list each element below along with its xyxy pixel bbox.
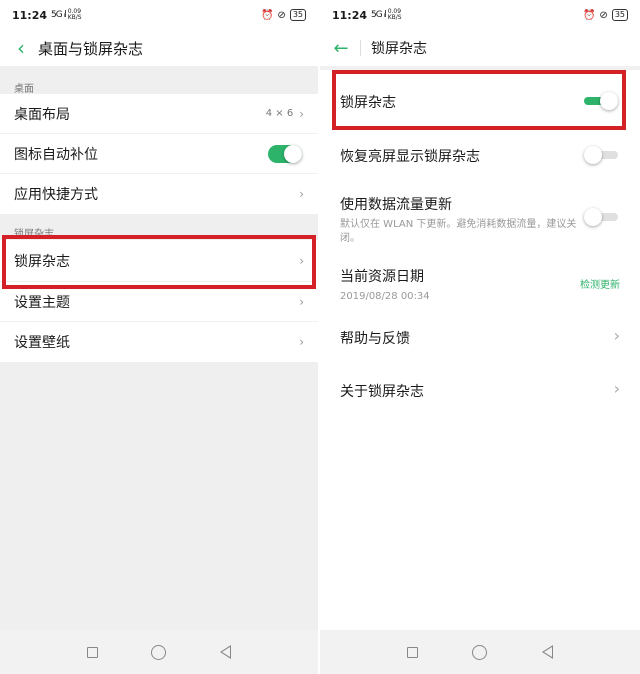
alarm-icon: ⏰	[582, 9, 596, 21]
toggle-knob	[584, 146, 602, 164]
nav-circle-icon[interactable]	[472, 644, 488, 660]
icon-autofill-row[interactable]: 图标自动补位	[0, 134, 318, 174]
nav-square-icon[interactable]	[407, 646, 419, 658]
header-divider	[320, 66, 640, 70]
desktop-layout-row[interactable]: 桌面布局 4 × 6 ›	[0, 94, 318, 134]
left-header: ‹ 桌面与锁屏杂志	[0, 30, 318, 66]
chevron-right-icon: ›	[299, 335, 304, 349]
toggle-knob	[600, 92, 618, 110]
network-speed: 0.09 KB/S	[387, 8, 402, 21]
row-label: 设置壁纸	[14, 335, 70, 351]
page-title: 桌面与锁屏杂志	[38, 39, 144, 58]
mobile-data-setting[interactable]: 使用数据流量更新 默认仅在 WLAN 下更新。避免消耗数据流量，建议关闭。	[340, 194, 620, 246]
setting-title: 关于锁屏杂志	[340, 384, 424, 400]
status-time: 11:24	[332, 8, 368, 22]
signal-icon: 5G ᵢl	[371, 10, 387, 20]
setting-title: 帮助与反馈	[340, 331, 410, 347]
lock-magazine-setting[interactable]: 锁屏杂志	[340, 92, 620, 112]
nav-square-icon[interactable]	[86, 646, 98, 658]
back-arrow-icon[interactable]: ←	[330, 38, 352, 59]
setting-title: 当前资源日期	[340, 269, 424, 285]
chevron-right-icon: ›	[299, 187, 304, 201]
resource-date: 2019/08/28 00:34	[340, 291, 430, 302]
lock-magazine-toggle[interactable]	[584, 92, 620, 110]
nav-back-icon[interactable]	[541, 645, 553, 659]
mute-icon: ⊘	[277, 9, 286, 21]
row-label: 桌面布局	[14, 106, 70, 123]
row-label: 应用快捷方式	[14, 187, 98, 203]
lock-group: 锁屏杂志 › 设置主题 › 设置壁纸 ›	[0, 240, 318, 362]
back-arrow-icon[interactable]: ‹	[10, 36, 32, 60]
chevron-right-icon: ›	[299, 253, 304, 268]
wake-display-toggle[interactable]	[584, 146, 620, 164]
nav-back-icon[interactable]	[220, 645, 232, 659]
nav-bar	[320, 630, 640, 674]
status-time: 11:24	[12, 8, 48, 22]
status-bar: 11:24 5G ᵢl 0.09 KB/S ⏰ ⊘ 35	[320, 0, 640, 30]
toggle-knob	[284, 144, 302, 163]
page-title: 锁屏杂志	[371, 41, 427, 57]
resource-date-setting: 当前资源日期 2019/08/28 00:34 检测更新	[340, 266, 620, 304]
toggle-knob	[584, 208, 602, 226]
app-shortcuts-row[interactable]: 应用快捷方式 ›	[0, 174, 318, 214]
right-header: ← 锁屏杂志	[320, 30, 640, 66]
section-label-desktop: 桌面	[14, 84, 34, 95]
setting-title: 恢复亮屏显示锁屏杂志	[340, 149, 480, 165]
desktop-group: 桌面布局 4 × 6 › 图标自动补位 应用快捷方式 ›	[0, 94, 318, 214]
help-feedback-setting[interactable]: 帮助与反馈 ›	[340, 326, 620, 348]
network-speed: 0.09 KB/S	[67, 8, 82, 21]
set-theme-row[interactable]: 设置主题 ›	[0, 282, 318, 322]
signal-icon: 5G ᵢl	[51, 10, 67, 20]
battery-icon: 35	[289, 9, 306, 21]
battery-icon: 35	[611, 9, 628, 21]
right-screen: 11:24 5G ᵢl 0.09 KB/S ⏰ ⊘ 35 ← 锁屏杂志 锁屏杂志…	[320, 0, 640, 674]
alarm-icon: ⏰	[260, 9, 274, 21]
chevron-right-icon: ›	[299, 106, 304, 121]
mute-icon: ⊘	[599, 9, 608, 21]
row-label: 设置主题	[14, 294, 70, 311]
chevron-right-icon: ›	[613, 379, 620, 398]
check-update-link[interactable]: 检测更新	[580, 276, 620, 291]
header-separator	[360, 40, 361, 56]
row-label: 锁屏杂志	[14, 253, 70, 270]
row-label: 图标自动补位	[14, 146, 98, 163]
lock-magazine-row[interactable]: 锁屏杂志 ›	[0, 240, 318, 282]
row-value: 4 × 6	[265, 108, 294, 119]
set-wallpaper-row[interactable]: 设置壁纸 ›	[0, 322, 318, 362]
about-setting[interactable]: 关于锁屏杂志 ›	[340, 379, 620, 401]
setting-subtitle: 默认仅在 WLAN 下更新。避免消耗数据流量，建议关闭。	[340, 219, 577, 244]
status-bar: 11:24 5G ᵢl 0.09 KB/S ⏰ ⊘ 35	[0, 0, 318, 30]
nav-bar	[0, 630, 318, 674]
mobile-data-toggle[interactable]	[584, 208, 620, 226]
setting-title: 锁屏杂志	[340, 95, 396, 111]
section-label-lock: 锁屏杂志	[14, 229, 54, 240]
wake-display-setting[interactable]: 恢复亮屏显示锁屏杂志	[340, 146, 620, 166]
nav-circle-icon[interactable]	[151, 644, 167, 660]
left-screen: 11:24 5G ᵢl 0.09 KB/S ⏰ ⊘ 35 ‹ 桌面与锁屏杂志 桌…	[0, 0, 318, 674]
setting-title: 使用数据流量更新	[340, 197, 452, 213]
chevron-right-icon: ›	[299, 294, 304, 309]
icon-autofill-toggle[interactable]	[268, 144, 304, 163]
chevron-right-icon: ›	[613, 326, 620, 345]
